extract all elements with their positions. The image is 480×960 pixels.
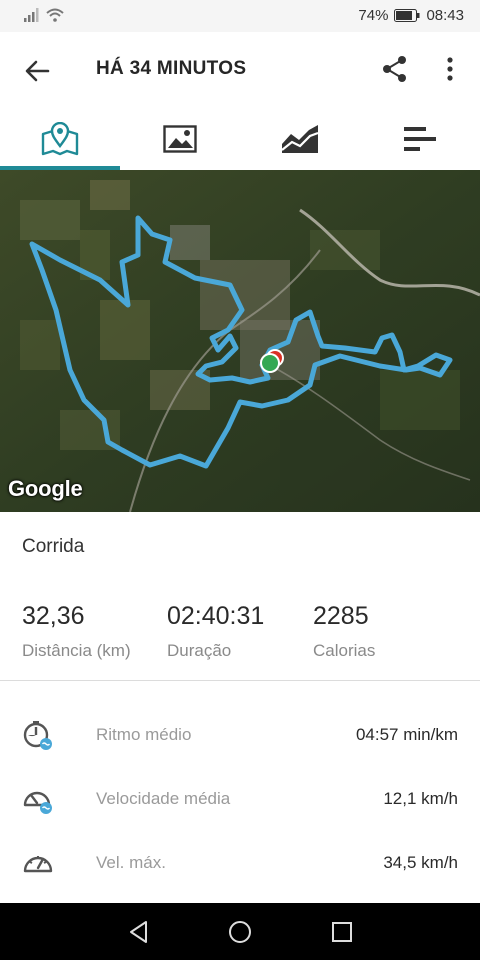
tab-bar [0, 108, 480, 170]
divider [0, 680, 480, 681]
tab-map[interactable] [0, 108, 120, 170]
route-map[interactable]: Google [0, 170, 480, 512]
detail-row-avg-pace: Ritmo médio 04:57 min/km [0, 715, 480, 755]
signal-icon [24, 8, 39, 22]
calories-value: 2285 [313, 602, 369, 630]
max-speed-label: Vel. máx. [96, 853, 166, 872]
duration-label: Duração [167, 641, 232, 660]
avg-pace-label: Ritmo médio [96, 725, 192, 744]
detail-row-avg-speed: Velocidade média 12,1 km/h [0, 779, 480, 819]
share-icon[interactable] [380, 54, 410, 84]
avg-pace-value: 04:57 min/km [355, 725, 458, 744]
speed-icon [23, 791, 52, 814]
stat-duration: 02:40:31 Duração [167, 602, 264, 661]
speedometer-icon [23, 856, 53, 873]
status-right: 74% 08:43 [358, 7, 464, 24]
status-bar: 74% 08:43 [0, 0, 480, 32]
app-bar: HÁ 34 MINUTOS [0, 32, 480, 108]
map-attribution: Google [8, 476, 83, 501]
map-pin-icon [41, 122, 79, 156]
wifi-icon [46, 8, 64, 22]
avg-speed-value: 12,1 km/h [383, 789, 458, 808]
distance-label: Distância (km) [22, 641, 131, 660]
tab-photos[interactable] [120, 108, 240, 170]
more-vert-icon[interactable] [440, 54, 460, 84]
avg-speed-label: Velocidade média [96, 789, 231, 808]
satellite-map [0, 170, 480, 512]
detail-row-max-speed: Vel. máx. 34,5 km/h [0, 843, 480, 883]
system-nav-bar [0, 903, 480, 960]
distance-value: 32,36 [22, 602, 85, 630]
max-speed-value: 34,5 km/h [383, 853, 458, 872]
bars-icon [404, 127, 436, 151]
stat-distance: 32,36 Distância (km) [22, 602, 131, 661]
back-arrow-icon[interactable] [22, 56, 52, 86]
battery-percent: 74% [358, 7, 389, 24]
duration-value: 02:40:31 [167, 602, 265, 630]
activity-type: Corrida [22, 536, 85, 557]
nav-home-icon[interactable] [227, 919, 253, 945]
tab-splits[interactable] [360, 108, 480, 170]
chart-icon [281, 125, 319, 153]
image-icon [163, 125, 197, 153]
calories-label: Calorias [313, 641, 376, 660]
clock: 08:43 [426, 7, 464, 24]
pace-icon [23, 721, 52, 750]
nav-recents-icon[interactable] [329, 919, 355, 945]
stat-calories: 2285 Calorias [313, 602, 375, 661]
tab-charts[interactable] [240, 108, 360, 170]
battery-icon [394, 9, 420, 22]
page-title: HÁ 34 MINUTOS [96, 58, 247, 79]
nav-back-icon[interactable] [126, 919, 152, 945]
status-left [24, 8, 64, 22]
